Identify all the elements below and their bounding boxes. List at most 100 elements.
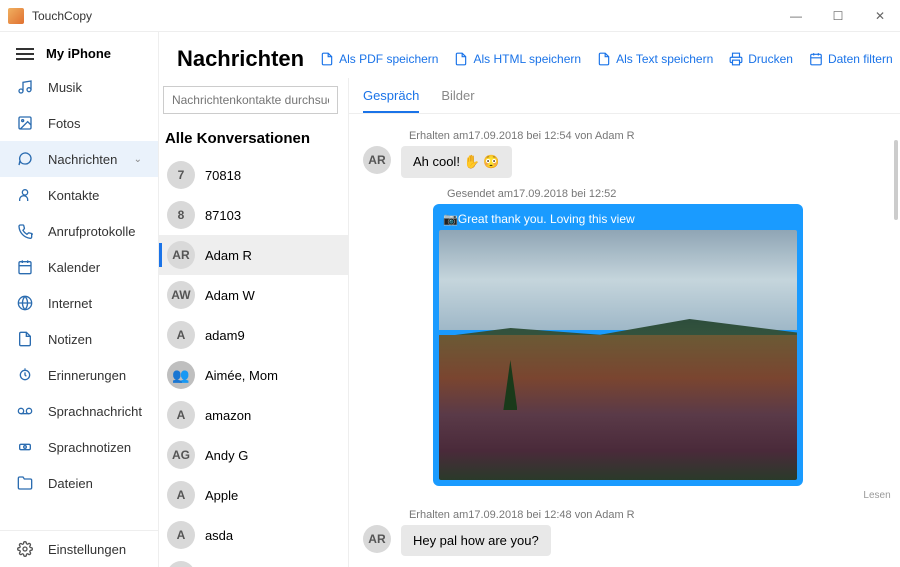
avatar: 8	[167, 201, 195, 229]
attached-image[interactable]	[439, 230, 797, 480]
page-title: Nachrichten	[177, 46, 304, 72]
messages-area: Erhalten am17.09.2018 bei 12:54 von Adam…	[349, 114, 900, 567]
message-row-sent: 📷Great thank you. Loving this view	[433, 204, 891, 486]
nav-label: Sprachnachricht	[48, 404, 142, 419]
message-meta: Gesendet am17.09.2018 bei 12:52	[447, 188, 891, 200]
message-text: 📷Great thank you. Loving this view	[439, 210, 797, 230]
contact-name: Apple	[205, 488, 238, 503]
app-logo-icon	[8, 8, 24, 24]
avatar: A	[167, 401, 195, 429]
contact-row[interactable]: 👥 Aimée, Mom	[159, 355, 348, 395]
contact-row[interactable]: ARAdam R	[159, 235, 348, 275]
avatar: A	[167, 521, 195, 549]
contact-name: Adam R	[205, 248, 252, 263]
music-icon	[16, 78, 34, 96]
nav-label: Nachrichten	[48, 152, 117, 167]
device-name: My iPhone	[46, 46, 111, 61]
nav-item-files[interactable]: Dateien	[0, 465, 158, 501]
read-status: Lesen	[363, 490, 891, 501]
contact-row[interactable]: Aasda	[159, 515, 348, 555]
gear-icon	[16, 540, 34, 558]
nav-label: Dateien	[48, 476, 93, 491]
title-bar: TouchCopy — ☐ ✕	[0, 0, 900, 32]
nav-label: Fotos	[48, 116, 81, 131]
tool-label: Als PDF speichern	[339, 52, 438, 66]
notes-icon	[16, 330, 34, 348]
avatar: 7	[167, 161, 195, 189]
contact-row[interactable]: 7 70818	[159, 155, 348, 195]
print-button[interactable]: Drucken	[729, 52, 793, 66]
calendar-icon	[16, 258, 34, 276]
save-html-button[interactable]: Als HTML speichern	[454, 52, 581, 66]
contact-row[interactable]: AAsda	[159, 555, 348, 567]
nav-label: Internet	[48, 296, 92, 311]
reminders-icon	[16, 366, 34, 384]
filter-button[interactable]: Daten filtern	[809, 52, 893, 66]
contact-name: 87103	[205, 208, 241, 223]
mic-icon	[16, 438, 34, 456]
nav-list: Musik Fotos Nachrichten ⌄ Kontakte Anruf…	[0, 69, 158, 530]
nav-item-notes[interactable]: Notizen	[0, 321, 158, 357]
nav-item-voicememos[interactable]: Sprachnotizen	[0, 429, 158, 465]
contact-row[interactable]: AG Andy G	[159, 435, 348, 475]
nav-item-messages[interactable]: Nachrichten ⌄	[0, 141, 158, 177]
search-input[interactable]	[163, 86, 338, 114]
tool-label: Drucken	[748, 52, 793, 66]
avatar: A	[167, 321, 195, 349]
close-button[interactable]: ✕	[868, 9, 892, 23]
minimize-button[interactable]: —	[784, 9, 808, 23]
tool-label: Als Text speichern	[616, 52, 713, 66]
contact-row[interactable]: Aamazon	[159, 395, 348, 435]
nav-item-photos[interactable]: Fotos	[0, 105, 158, 141]
nav-item-calllogs[interactable]: Anrufprotokolle	[0, 213, 158, 249]
chat-panel: Gespräch Bilder Erhalten am17.09.2018 be…	[349, 78, 900, 567]
avatar: A	[167, 561, 195, 567]
message-bubble: Hey pal how are you?	[401, 525, 551, 556]
save-pdf-button[interactable]: Als PDF speichern	[320, 52, 438, 66]
contact-name: Aimée, Mom	[205, 368, 278, 383]
messages-icon	[16, 150, 34, 168]
nav-item-internet[interactable]: Internet	[0, 285, 158, 321]
message-row-received: AR Ah cool! ✋ 😳	[363, 146, 891, 178]
message-bubble: Ah cool! ✋ 😳	[401, 146, 512, 178]
contacts-icon	[16, 186, 34, 204]
save-text-button[interactable]: Als Text speichern	[597, 52, 713, 66]
nav-item-calendar[interactable]: Kalender	[0, 249, 158, 285]
html-icon	[454, 52, 468, 66]
avatar: A	[167, 481, 195, 509]
nav-item-contacts[interactable]: Kontakte	[0, 177, 158, 213]
contacts-list: 770818887103ARAdam RAWAdam WAadam9👥Aimée…	[159, 155, 348, 567]
avatar: AR	[363, 146, 391, 174]
tab-images[interactable]: Bilder	[441, 88, 474, 113]
maximize-button[interactable]: ☐	[826, 9, 850, 23]
sidebar: My iPhone Musik Fotos Nachrichten ⌄ Kont…	[0, 32, 159, 567]
contact-name: Andy G	[205, 448, 248, 463]
avatar: 👥	[167, 361, 195, 389]
hamburger-menu-icon[interactable]	[16, 48, 34, 60]
content-header: Nachrichten Als PDF speichern Als HTML s…	[159, 32, 900, 78]
contact-name: amazon	[205, 408, 251, 423]
photos-icon	[16, 114, 34, 132]
nav-item-settings[interactable]: Einstellungen	[0, 530, 158, 567]
nav-label: Kontakte	[48, 188, 99, 203]
conversation-list-panel: Alle Konversationen 770818887103ARAdam R…	[159, 78, 349, 567]
image-message-bubble: 📷Great thank you. Loving this view	[433, 204, 803, 486]
nav-item-music[interactable]: Musik	[0, 69, 158, 105]
tool-label: Als HTML speichern	[473, 52, 581, 66]
nav-label: Sprachnotizen	[48, 440, 131, 455]
contact-row[interactable]: 8 87103	[159, 195, 348, 235]
nav-item-reminders[interactable]: Erinnerungen	[0, 357, 158, 393]
contact-row[interactable]: AWAdam W	[159, 275, 348, 315]
contact-name: adam9	[205, 328, 245, 343]
folder-icon	[16, 474, 34, 492]
nav-label: Anrufprotokolle	[48, 224, 135, 239]
nav-item-voicemail[interactable]: Sprachnachricht	[0, 393, 158, 429]
avatar: AR	[363, 525, 391, 553]
avatar: AG	[167, 441, 195, 469]
contact-name: 70818	[205, 168, 241, 183]
phone-icon	[16, 222, 34, 240]
contact-row[interactable]: A Apple	[159, 475, 348, 515]
message-meta: Erhalten am17.09.2018 bei 12:48 von Adam…	[409, 509, 891, 521]
tab-conversation[interactable]: Gespräch	[363, 88, 419, 113]
contact-row[interactable]: Aadam9	[159, 315, 348, 355]
